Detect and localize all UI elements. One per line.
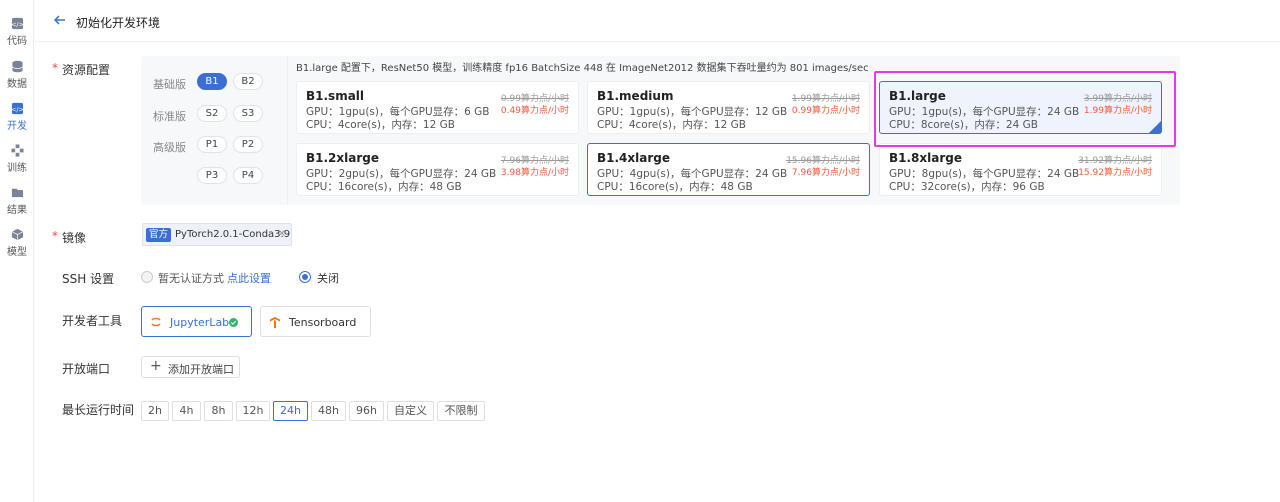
tier-advanced-label: 高级版 [153, 141, 186, 154]
sidebar-item-code[interactable]: </> 代码 [0, 17, 34, 47]
jupyter-icon [151, 317, 161, 327]
ssh-off-radio[interactable] [299, 271, 311, 283]
pill-s2[interactable]: S2 [197, 105, 227, 122]
image-label: 镜像 [62, 231, 87, 245]
runtime-option[interactable]: 96h [349, 401, 384, 421]
sidebar-item-data[interactable]: 数据 [0, 60, 34, 90]
sidebar-item-model[interactable]: 模型 [0, 228, 34, 258]
discount-price: 3.98算力点/小时 [500, 168, 569, 178]
sidebar-item-label: 代码 [7, 36, 27, 47]
train-icon [10, 144, 24, 157]
code-icon: </> [11, 17, 24, 30]
dev-icon: </> [11, 102, 24, 115]
spec-cpu: CPU：4core(s)，内存：12 GB [597, 119, 746, 131]
tier-selector: 基础版 B1 B2 标准版 S2 S3 高级版 P1 P2 P3 P4 [141, 56, 288, 205]
spec-name: B1.8xlarge [889, 151, 963, 165]
discount-price: 0.49算力点/小时 [500, 106, 569, 116]
spec-name: B1.large [889, 89, 946, 103]
add-port-button[interactable]: + 添加开放端口 [141, 356, 240, 378]
runtime-option[interactable]: 不限制 [437, 401, 485, 421]
check-icon [229, 318, 238, 327]
image-value: PyTorch2.0.1-Conda3.9 [175, 229, 291, 240]
spec-card-b1-medium[interactable]: B1.medium GPU：1gpu(s)，每个GPU显存：12 GB CPU：… [587, 81, 870, 134]
image-tag[interactable]: 官方 PyTorch2.0.1-Conda3.9 × [142, 223, 292, 246]
tier-basic-label: 基础版 [153, 78, 186, 91]
discount-price: 7.96算力点/小时 [791, 168, 860, 178]
pill-p3[interactable]: P3 [197, 167, 227, 184]
tensorboard-button[interactable]: Tensorboard [260, 306, 371, 337]
database-icon [11, 60, 23, 73]
jupyterlab-label: JupyterLab [170, 316, 230, 329]
sidebar: </> 代码 数据 </> 开发 训练 结果 模型 [0, 0, 34, 502]
ssh-setup-link[interactable]: 点此设置 [227, 270, 271, 286]
runtime-option[interactable]: 2h [141, 401, 169, 421]
jupyterlab-button[interactable]: JupyterLab [141, 306, 252, 337]
spec-name: B1.small [306, 89, 365, 103]
svg-text:</>: </> [11, 105, 24, 113]
pill-p4[interactable]: P4 [233, 167, 263, 184]
cube-icon [11, 228, 23, 241]
ssh-auth-text: 暂无认证方式 [158, 272, 224, 285]
close-icon[interactable]: × [278, 228, 286, 239]
runtime-option-selected[interactable]: 24h [273, 401, 308, 421]
discount-price: 1.99算力点/小时 [1083, 106, 1152, 116]
tools-label: 开发者工具 [62, 314, 123, 328]
resource-label: 资源配置 [62, 63, 111, 77]
spec-cpu: CPU：8core(s)，内存：24 GB [889, 119, 1038, 131]
sidebar-item-label: 训练 [7, 163, 27, 174]
pill-p1[interactable]: P1 [197, 136, 227, 153]
official-badge: 官方 [146, 228, 172, 242]
spec-cpu: CPU：16core(s)，内存：48 GB [306, 181, 462, 193]
required-mark: * [52, 61, 58, 75]
spec-card-b1-8xlarge[interactable]: B1.8xlarge GPU：8gpu(s)，每个GPU显存：24 GB CPU… [879, 143, 1162, 196]
back-arrow-icon[interactable] [53, 13, 67, 27]
tier-standard-label: 标准版 [153, 110, 186, 123]
runtime-option[interactable]: 4h [172, 401, 201, 421]
spec-cpu: CPU：32core(s)，内存：96 GB [889, 181, 1045, 193]
pill-b1[interactable]: B1 [197, 73, 227, 90]
sidebar-item-label: 开发 [7, 121, 27, 132]
sidebar-item-label: 结果 [7, 205, 27, 216]
ssh-auth-radio[interactable] [141, 271, 153, 283]
spec-card-b1-large[interactable]: B1.large GPU：1gpu(s)，每个GPU显存：24 GB CPU：8… [879, 81, 1162, 134]
folder-icon [11, 188, 23, 198]
add-port-label: 添加开放端口 [168, 363, 234, 376]
spec-name: B1.2xlarge [306, 151, 380, 165]
runtime-option[interactable]: 8h [204, 401, 233, 421]
runtime-option[interactable]: 自定义 [387, 401, 434, 421]
spec-name: B1.4xlarge [597, 151, 671, 165]
plus-icon: + [150, 358, 162, 374]
tensorboard-icon [270, 317, 280, 328]
discount-price: 15.92算力点/小时 [1078, 168, 1152, 178]
spec-name: B1.medium [597, 89, 674, 103]
sidebar-item-result[interactable]: 结果 [0, 186, 34, 216]
discount-price: 0.99算力点/小时 [791, 106, 860, 116]
ports-label: 开放端口 [62, 362, 111, 376]
runtime-option[interactable]: 12h [236, 401, 270, 421]
sidebar-item-label: 数据 [7, 79, 27, 90]
tensorboard-label: Tensorboard [289, 316, 357, 329]
selected-check-icon [1149, 121, 1161, 133]
spec-card-b1-2xlarge[interactable]: B1.2xlarge GPU：2gpu(s)，每个GPU显存：24 GB CPU… [296, 143, 579, 196]
spec-cpu: CPU：4core(s)，内存：12 GB [306, 119, 455, 131]
spec-card-b1-small[interactable]: B1.small GPU：1gpu(s)，每个GPU显存：6 GB CPU：4c… [296, 81, 579, 134]
svg-text:</>: </> [11, 20, 24, 28]
page-title: 初始化开发环境 [76, 16, 161, 30]
ssh-off-text: 关闭 [317, 272, 339, 285]
runtime-label: 最长运行时间 [62, 403, 135, 417]
benchmark-hint: B1.large 配置下，ResNet50 模型，训练精度 fp16 Batch… [296, 63, 869, 74]
sidebar-item-label: 模型 [7, 247, 27, 258]
page-header: 初始化开发环境 [35, 0, 1280, 42]
sidebar-item-train[interactable]: 训练 [0, 144, 34, 174]
runtime-option[interactable]: 48h [311, 401, 346, 421]
sidebar-item-dev[interactable]: </> 开发 [0, 102, 34, 132]
pill-b2[interactable]: B2 [233, 73, 263, 90]
pill-s3[interactable]: S3 [233, 105, 263, 122]
pill-p2[interactable]: P2 [233, 136, 263, 153]
required-mark: * [52, 229, 58, 243]
spec-cpu: CPU：16core(s)，内存：48 GB [597, 181, 753, 193]
spec-card-b1-4xlarge[interactable]: B1.4xlarge GPU：4gpu(s)，每个GPU显存：24 GB CPU… [587, 143, 870, 196]
ssh-label: SSH 设置 [62, 272, 115, 286]
